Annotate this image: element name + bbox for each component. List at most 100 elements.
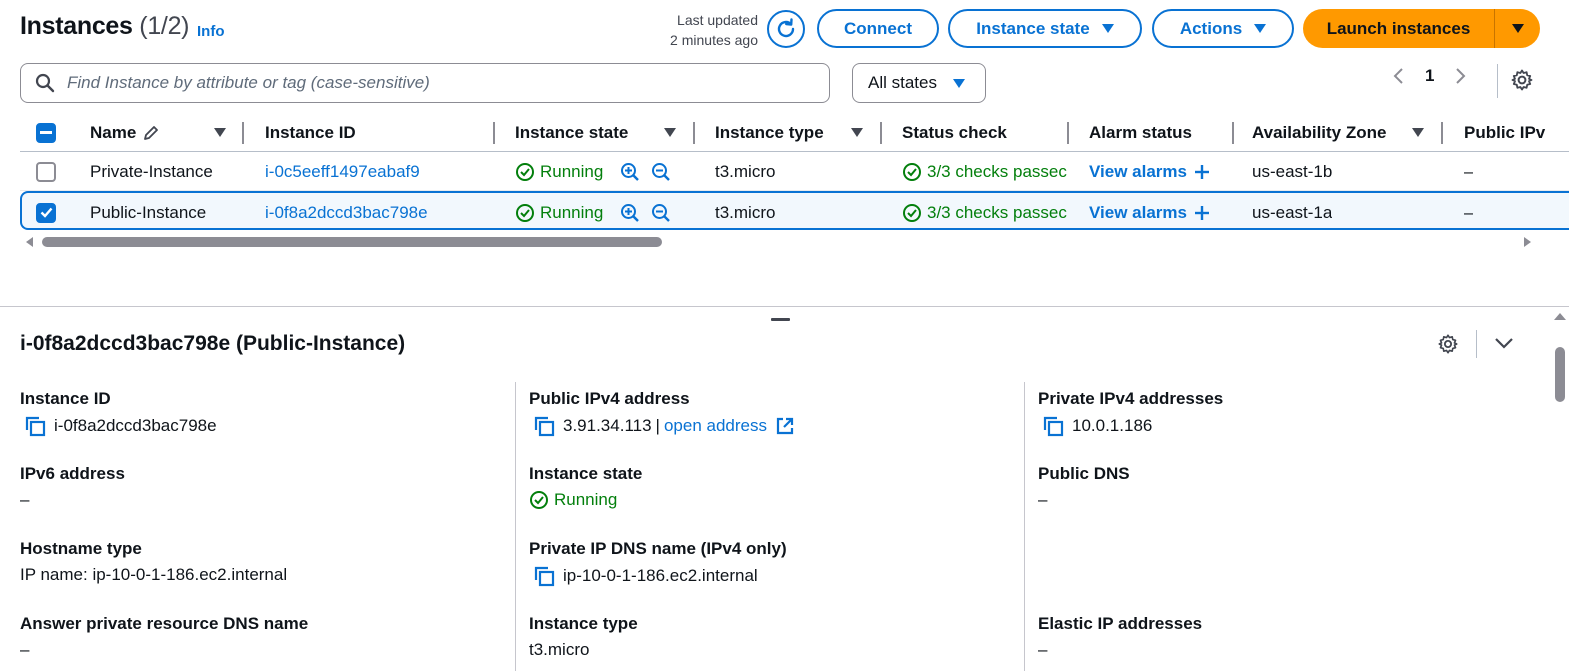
scroll-left-icon[interactable] [26, 237, 33, 247]
field-hostname-type: Hostname type IP name: ip-10-0-1-186.ec2… [20, 539, 287, 585]
scrollbar-thumb[interactable] [42, 237, 662, 247]
gear-icon[interactable] [1437, 333, 1459, 355]
copy-icon[interactable] [533, 565, 555, 587]
cell-instance-state: Running [515, 152, 671, 191]
last-updated-label: Last updated [677, 12, 758, 28]
instance-state-label: Instance state [976, 18, 1090, 38]
instance-state-button[interactable]: Instance state [948, 9, 1142, 48]
table-row[interactable]: Private-Instance i-0c5eeff1497eabaf9 Run… [20, 152, 1569, 191]
column-header-instance-state[interactable]: Instance state [515, 114, 705, 152]
cell-instance-id-link[interactable]: i-0c5eeff1497eabaf9 [265, 152, 420, 191]
scroll-up-icon[interactable] [1554, 313, 1566, 320]
plus-icon[interactable] [1193, 163, 1211, 181]
column-header-alarm-status[interactable]: Alarm status [1089, 114, 1249, 152]
field-answer-dns: Answer private resource DNS name – [20, 614, 308, 660]
private-dns-value: ip-10-0-1-186.ec2.internal [563, 566, 758, 585]
zoom-out-icon[interactable] [651, 203, 671, 223]
column-separator [880, 122, 882, 144]
field-public-dns: Public DNS – [1038, 464, 1130, 510]
column-label: Name [90, 123, 137, 142]
state-text: Running [540, 202, 604, 222]
check-circle-icon [516, 162, 534, 181]
open-address-link[interactable]: open address [664, 416, 767, 436]
column-header-public-ip[interactable]: Public IPv [1464, 114, 1569, 152]
cell-instance-id-link[interactable]: i-0f8a2dccd3bac798e [265, 193, 428, 232]
chevron-left-icon[interactable] [1393, 67, 1405, 85]
search-box [20, 63, 830, 103]
states-filter-select[interactable]: All states [852, 63, 986, 103]
view-alarms-link[interactable]: View alarms [1089, 203, 1187, 223]
split-panel-divider [0, 306, 1569, 307]
field-value: 10.0.1.186 [1038, 415, 1223, 437]
cell-status-check: 3/3 checks passec [902, 152, 1070, 191]
field-value: 3.91.34.113 | open address [529, 415, 795, 437]
row-select-cell [36, 193, 56, 232]
field-private-ipv4: Private IPv4 addresses 10.0.1.186 [1038, 389, 1223, 437]
view-alarms-link[interactable]: View alarms [1089, 162, 1187, 182]
resize-handle[interactable] [771, 318, 790, 321]
check-circle-icon [903, 203, 921, 222]
page-title: Instances (1/2) [20, 12, 190, 41]
current-page[interactable]: 1 [1425, 66, 1434, 86]
copy-icon[interactable] [24, 415, 46, 437]
search-input[interactable] [67, 73, 787, 93]
column-header-instance-id[interactable]: Instance ID [265, 114, 505, 152]
zoom-out-icon[interactable] [651, 162, 671, 182]
field-ipv6: IPv6 address – [20, 464, 125, 510]
refresh-button[interactable] [767, 10, 805, 48]
copy-icon[interactable] [533, 415, 555, 437]
column-divider [1024, 382, 1025, 671]
sort-icon [214, 128, 226, 137]
zoom-in-icon[interactable] [620, 162, 640, 182]
field-label: Instance type [529, 614, 638, 633]
table-row-selected[interactable]: Public-Instance i-0f8a2dccd3bac798e Runn… [20, 191, 1569, 230]
pagination: 1 [1393, 66, 1466, 86]
row-checkbox[interactable] [36, 161, 56, 182]
select-all-checkbox[interactable] [36, 123, 56, 143]
details-title: i-0f8a2dccd3bac798e (Public-Instance) [20, 332, 406, 355]
launch-instances-main[interactable]: Launch instances [1303, 9, 1495, 48]
caret-down-icon [1254, 24, 1267, 33]
column-separator [1067, 122, 1069, 144]
cell-alarm-status[interactable]: View alarms [1089, 152, 1211, 191]
cell-status-check: 3/3 checks passec [902, 193, 1070, 232]
column-header-availability-zone[interactable]: Availability Zone [1252, 114, 1452, 152]
last-updated-time: 2 minutes ago [670, 32, 758, 48]
actions-button[interactable]: Actions [1152, 9, 1294, 48]
field-elastic-ip: Elastic IP addresses – [1038, 614, 1202, 660]
vertical-scrollbar-thumb[interactable] [1555, 347, 1565, 402]
cell-alarm-status[interactable]: View alarms [1089, 193, 1211, 232]
field-private-dns: Private IP DNS name (IPv4 only) ip-10-0-… [529, 539, 787, 587]
field-label: Private IPv4 addresses [1038, 389, 1224, 408]
cell-instance-state: Running [515, 193, 671, 232]
chevron-right-icon[interactable] [1454, 67, 1466, 85]
column-header-status-check[interactable]: Status check [902, 114, 1082, 152]
private-ipv4-value: 10.0.1.186 [1072, 416, 1153, 435]
field-instance-type: Instance type t3.micro [529, 614, 638, 660]
external-link-icon[interactable] [775, 416, 795, 436]
copy-icon[interactable] [1042, 415, 1064, 437]
plus-icon[interactable] [1193, 204, 1211, 222]
status-check-text: 3/3 checks passec [927, 161, 1067, 181]
column-label: Availability Zone [1252, 123, 1387, 142]
column-header-instance-type[interactable]: Instance type [715, 114, 895, 152]
info-link[interactable]: Info [197, 23, 225, 40]
zoom-in-icon[interactable] [620, 203, 640, 223]
cell-name: Public-Instance [90, 202, 207, 222]
gear-icon[interactable] [1510, 68, 1534, 92]
launch-instances-button: Launch instances [1303, 9, 1540, 48]
launch-instances-dropdown[interactable] [1495, 9, 1540, 48]
field-label: Instance ID [20, 389, 111, 408]
column-label: Public IPv [1464, 123, 1546, 142]
sort-icon [1412, 128, 1424, 137]
column-label: Instance type [715, 123, 824, 142]
chevron-down-icon[interactable] [1494, 336, 1514, 350]
instance-state-value: Running [554, 490, 618, 509]
column-header-name[interactable]: Name [90, 114, 250, 152]
field-instance-id: Instance ID i-0f8a2dccd3bac798e [20, 389, 217, 437]
scroll-right-icon[interactable] [1524, 237, 1531, 247]
connect-button[interactable]: Connect [817, 9, 939, 48]
horizontal-scrollbar[interactable] [20, 235, 1540, 249]
refresh-icon [777, 18, 795, 38]
row-checkbox[interactable] [36, 202, 56, 223]
